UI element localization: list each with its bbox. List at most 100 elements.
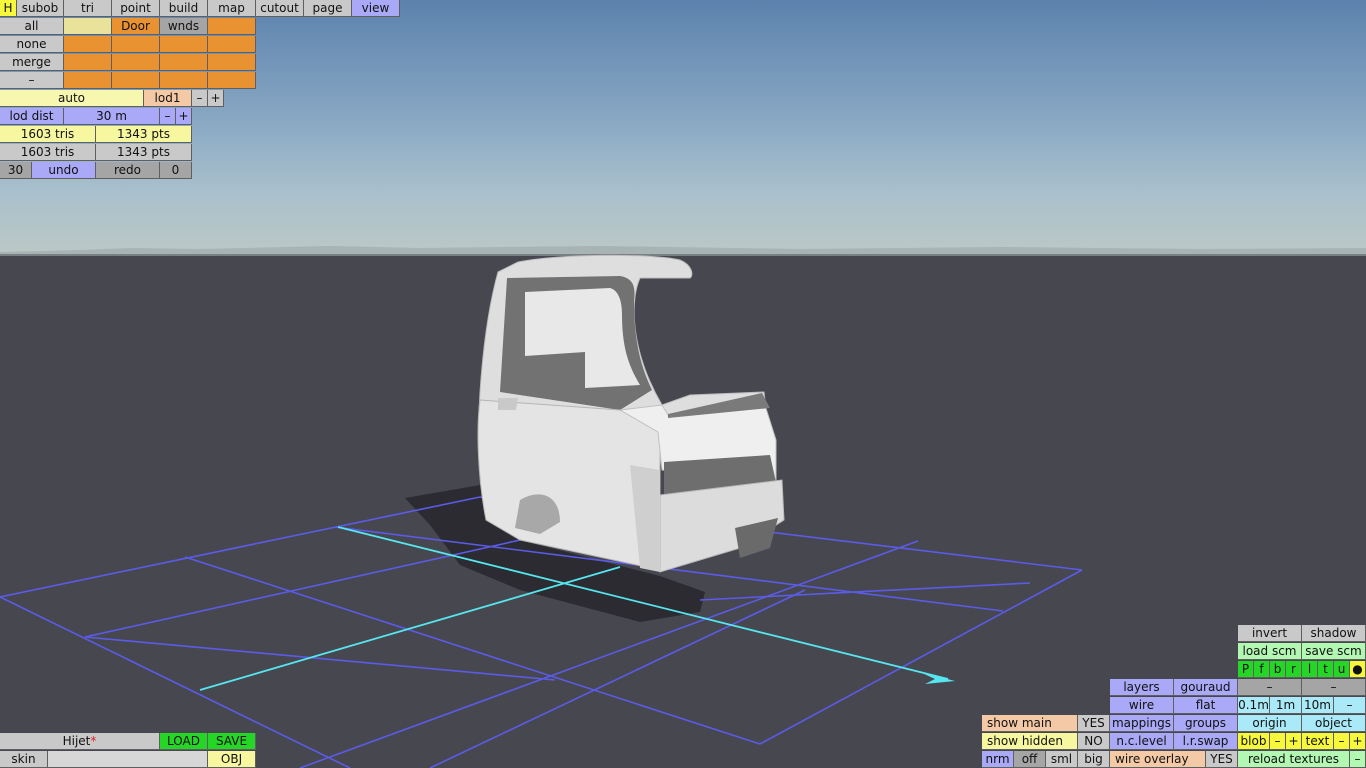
text-minus-button[interactable]: – [1334, 733, 1350, 750]
save-scm-button[interactable]: save scm [1302, 643, 1366, 660]
show-hidden-label: show hidden [982, 733, 1078, 750]
show-main-toggle[interactable]: YES [1078, 715, 1110, 732]
lod-dist-plus-button[interactable]: + [176, 108, 192, 125]
minus-button[interactable]: – [0, 72, 64, 89]
subobject-slot[interactable] [160, 54, 208, 71]
view-top-button[interactable]: t [1318, 661, 1334, 678]
lod-level-button[interactable]: lod1 [144, 90, 192, 107]
subobject-slot[interactable] [208, 72, 256, 89]
gouraud-button[interactable]: gouraud [1174, 679, 1238, 696]
pts-count: 1343 pts [96, 126, 192, 143]
subobject-slot[interactable] [208, 36, 256, 53]
wire-button[interactable]: wire [1110, 697, 1174, 714]
reload-textures-button[interactable]: reload textures [1238, 751, 1350, 768]
lod-auto-button[interactable]: auto [0, 90, 144, 107]
subobject-slot[interactable] [112, 54, 160, 71]
normals-small-button[interactable]: sml [1046, 751, 1078, 768]
select-all-button[interactable]: all [0, 18, 64, 35]
load-scm-button[interactable]: load scm [1238, 643, 1302, 660]
nc-level-button[interactable]: n.c.level [1110, 733, 1174, 750]
view-dot-button[interactable]: ● [1350, 661, 1366, 678]
truck-cab-model [477, 254, 785, 573]
tab-point[interactable]: point [112, 0, 160, 17]
show-main-label: show main [982, 715, 1078, 732]
lod-minus-button[interactable]: – [192, 90, 208, 107]
lod-dist-minus-button[interactable]: – [160, 108, 176, 125]
blob-button[interactable]: blob [1238, 733, 1270, 750]
view-front-button[interactable]: f [1254, 661, 1270, 678]
tab-page[interactable]: page [304, 0, 352, 17]
subobject-slot[interactable] [64, 72, 112, 89]
mappings-button[interactable]: mappings [1110, 715, 1174, 732]
minus-button[interactable]: – [1238, 679, 1302, 696]
lod-plus-button[interactable]: + [208, 90, 224, 107]
invert-button[interactable]: invert [1238, 625, 1302, 642]
subobject-door[interactable]: Door [112, 18, 160, 35]
wire-overlay-label: wire overlay [1110, 751, 1206, 768]
groups-button[interactable]: groups [1174, 715, 1238, 732]
wire-overlay-toggle[interactable]: YES [1206, 751, 1238, 768]
subobject-wnds[interactable]: wnds [160, 18, 208, 35]
text-plus-button[interactable]: + [1350, 733, 1366, 750]
snap-10m-button[interactable]: 10m [1302, 697, 1334, 714]
normals-button[interactable]: nrm [982, 751, 1014, 768]
undo-button[interactable]: undo [32, 162, 96, 179]
horizon-treeline [0, 246, 1366, 256]
normals-off-button[interactable]: off [1014, 751, 1046, 768]
redo-count: 0 [160, 162, 192, 179]
subobject-slot[interactable] [160, 36, 208, 53]
3d-viewport[interactable] [0, 0, 1366, 768]
snap-1m-button[interactable]: 1m [1270, 697, 1302, 714]
merge-button[interactable]: merge [0, 54, 64, 71]
skin-field[interactable] [48, 751, 208, 768]
flat-button[interactable]: flat [1174, 697, 1238, 714]
pts-count-total: 1343 pts [96, 144, 192, 161]
tris-count: 1603 tris [0, 126, 96, 143]
shadow-button[interactable]: shadow [1302, 625, 1366, 642]
lod-dist-value[interactable]: 30 m [64, 108, 160, 125]
tab-h[interactable]: H [0, 0, 17, 17]
filename-field[interactable]: Hijet* [0, 733, 160, 750]
save-button[interactable]: SAVE [208, 733, 256, 750]
blob-minus-button[interactable]: – [1270, 733, 1286, 750]
lr-swap-button[interactable]: l.r.swap [1174, 733, 1238, 750]
load-button[interactable]: LOAD [160, 733, 208, 750]
subobject-slot[interactable] [112, 36, 160, 53]
object-button[interactable]: object [1302, 715, 1366, 732]
snap-minus-button[interactable]: – [1334, 697, 1366, 714]
lod-dist-label: lod dist [0, 108, 64, 125]
axis-arrow-head [920, 672, 955, 684]
view-back-button[interactable]: b [1270, 661, 1286, 678]
reload-minus-button[interactable]: – [1350, 751, 1366, 768]
subobject-slot[interactable] [208, 54, 256, 71]
tab-cutout[interactable]: cutout [256, 0, 304, 17]
tab-view[interactable]: view [352, 0, 400, 17]
tab-subob[interactable]: subob [17, 0, 64, 17]
tab-tri[interactable]: tri [64, 0, 112, 17]
normals-big-button[interactable]: big [1078, 751, 1110, 768]
tris-count-total: 1603 tris [0, 144, 96, 161]
minus-button[interactable]: – [1302, 679, 1366, 696]
blob-plus-button[interactable]: + [1286, 733, 1302, 750]
view-left-button[interactable]: l [1302, 661, 1318, 678]
subobject-slot[interactable] [112, 72, 160, 89]
tab-map[interactable]: map [208, 0, 256, 17]
select-none-button[interactable]: none [0, 36, 64, 53]
filename: Hijet [62, 734, 91, 748]
subobject-slot[interactable] [208, 18, 256, 35]
view-persp-button[interactable]: P [1238, 661, 1254, 678]
subobject-slot[interactable] [64, 36, 112, 53]
subobject-slot[interactable] [64, 54, 112, 71]
subobject-slot[interactable] [160, 72, 208, 89]
layers-button[interactable]: layers [1110, 679, 1174, 696]
redo-button[interactable]: redo [96, 162, 160, 179]
origin-button[interactable]: origin [1238, 715, 1302, 732]
obj-button[interactable]: OBJ [208, 751, 256, 768]
show-hidden-toggle[interactable]: NO [1078, 733, 1110, 750]
view-right-button[interactable]: r [1286, 661, 1302, 678]
tab-build[interactable]: build [160, 0, 208, 17]
subobject-slot[interactable] [64, 18, 112, 35]
text-button[interactable]: text [1302, 733, 1334, 750]
view-under-button[interactable]: u [1334, 661, 1350, 678]
snap-01m-button[interactable]: 0.1m [1238, 697, 1270, 714]
